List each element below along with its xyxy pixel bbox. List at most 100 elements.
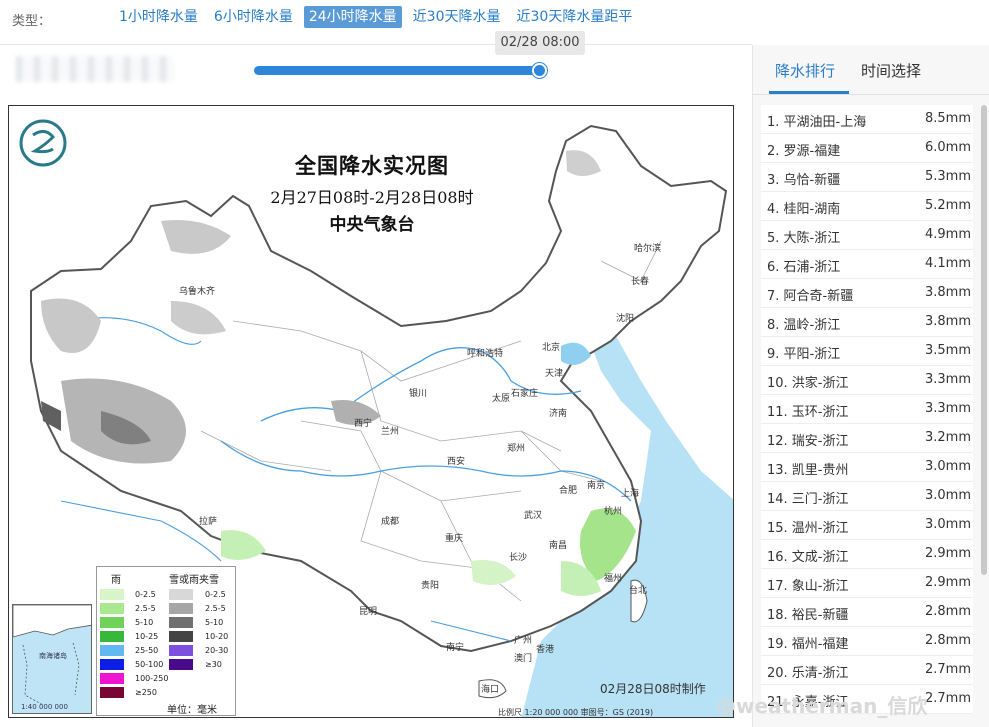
ranking-station: 3. 乌恰-新疆 (767, 173, 841, 188)
type-tab-6h[interactable]: 6小时降水量 (209, 6, 298, 28)
legend-unit: 单位：毫米 (167, 705, 217, 716)
city-label: 香港 (536, 645, 555, 655)
city-label: 乌鲁木齐 (179, 287, 216, 297)
divider (0, 44, 752, 45)
ranking-row[interactable]: 18. 裕民-新疆 2.8mm (761, 598, 973, 627)
city-label: 长春 (631, 277, 650, 287)
city-label: 台北 (629, 586, 648, 596)
ranking-scrollbar[interactable] (981, 105, 987, 575)
ranking-row[interactable]: 14. 三门-浙江 3.0mm (761, 482, 973, 511)
ranking-panel: 降水排行 时间选择 1. 平湖油田-上海 8.5mm 2. 罗源-福建 6.0mm 3.… (752, 45, 989, 727)
legend-range: 2.5-5 (205, 604, 226, 613)
ranking-row[interactable]: 12. 瑞安-浙江 3.2mm (761, 424, 973, 453)
city-label: 西宁 (354, 419, 373, 429)
legend-range: 0-2.5 (135, 590, 156, 599)
ranking-row[interactable]: 10. 洪家-浙江 3.3mm (761, 366, 973, 395)
ranking-station: 20. 乐清-浙江 (767, 666, 849, 681)
ranking-value: 2.7mm (924, 662, 971, 677)
city-label: 沈阳 (616, 314, 635, 324)
ranking-station: 12. 瑞安-浙江 (767, 434, 849, 449)
inset-scale: 1:40 000 000 (21, 703, 68, 711)
ranking-row[interactable]: 5. 大陈-浙江 4.9mm (761, 221, 973, 250)
ranking-value: 6.0mm (924, 140, 971, 155)
ranking-station: 2. 罗源-福建 (767, 144, 841, 159)
legend-range: 5-10 (135, 618, 154, 627)
city-label: 兰州 (381, 427, 400, 437)
ranking-station: 7. 阿合奇-新疆 (767, 289, 854, 304)
legend-snow-header: 雪或雨夹雪 (169, 575, 219, 586)
city-label: 长沙 (509, 553, 528, 563)
legend-swatch (100, 645, 124, 656)
type-tab-30d-anomaly[interactable]: 近30天降水量距平 (512, 6, 638, 28)
type-tab-24h[interactable]: 24小时降水量 (303, 6, 402, 28)
ranking-station: 14. 三门-浙江 (767, 492, 849, 507)
legend-rain-header: 雨 (111, 575, 121, 586)
legend-range: ≥30 (205, 660, 222, 669)
legend-range: 50-100 (135, 660, 164, 669)
ranking-row[interactable]: 17. 象山-浙江 2.9mm (761, 569, 973, 598)
ranking-value: 4.1mm (924, 256, 971, 271)
ranking-row[interactable]: 6. 石浦-浙江 4.1mm (761, 250, 973, 279)
ranking-row[interactable]: 20. 乐清-浙江 2.7mm (761, 656, 973, 685)
ranking-value: 2.7mm (924, 691, 971, 706)
ranking-row[interactable]: 11. 玉环-浙江 3.3mm (761, 395, 973, 424)
type-tab-1h[interactable]: 1小时降水量 (114, 6, 203, 28)
ranking-row[interactable]: 15. 温州-浙江 3.0mm (761, 511, 973, 540)
ranking-station: 18. 裕民-新疆 (767, 608, 849, 623)
city-label: 西安 (447, 457, 466, 467)
ranking-row[interactable]: 2. 罗源-福建 6.0mm (761, 134, 973, 163)
ranking-list: 1. 平湖油田-上海 8.5mm 2. 罗源-福建 6.0mm 3. 乌恰-新疆 5.3m… (761, 105, 973, 714)
ranking-row[interactable]: 1. 平湖油田-上海 8.5mm (761, 105, 973, 134)
city-label: 太原 (492, 394, 511, 404)
map-title: 全国降水实况图 (295, 153, 449, 178)
ranking-value: 2.9mm (924, 546, 971, 561)
ranking-row[interactable]: 13. 凯里-贵州 3.0mm (761, 453, 973, 482)
ranking-value: 4.9mm (924, 227, 971, 242)
city-label: 武汉 (524, 511, 543, 521)
type-tabs: 1小时降水量 6小时降水量 24小时降水量 近30天降水量 近30天降水量距平 (114, 6, 637, 28)
blurred-logo (16, 56, 174, 82)
ranking-station: 17. 象山-浙江 (767, 579, 849, 594)
legend-range: 2.5-5 (135, 604, 156, 613)
panel-tabs: 降水排行 时间选择 (753, 45, 989, 95)
ranking-value: 2.8mm (924, 604, 971, 619)
ranking-row[interactable]: 16. 文成-浙江 2.9mm (761, 540, 973, 569)
ranking-row[interactable]: 19. 福州-福建 2.8mm (761, 627, 973, 656)
ranking-station: 6. 石浦-浙江 (767, 260, 841, 275)
ranking-value: 3.3mm (924, 372, 971, 387)
ranking-value: 8.5mm (924, 111, 971, 126)
ranking-station: 5. 大陈-浙江 (767, 231, 841, 246)
ranking-station: 15. 温州-浙江 (767, 521, 849, 536)
ranking-station: 19. 福州-福建 (767, 637, 849, 652)
ranking-row[interactable]: 4. 桂阳-湖南 5.2mm (761, 192, 973, 221)
time-slider-track[interactable] (254, 66, 540, 75)
city-label: 南宁 (446, 643, 465, 653)
legend-swatch (100, 617, 124, 628)
city-label: 石家庄 (511, 389, 539, 399)
city-label: 成都 (381, 517, 400, 527)
ranking-station: 4. 桂阳-湖南 (767, 202, 841, 217)
ranking-row[interactable]: 9. 平阳-浙江 3.5mm (761, 337, 973, 366)
city-label: 拉萨 (199, 517, 218, 527)
legend-swatch (100, 687, 124, 698)
ranking-value: 5.3mm (924, 169, 971, 184)
tab-rainfall-ranking[interactable]: 降水排行 (775, 60, 835, 81)
tab-time-select[interactable]: 时间选择 (861, 60, 921, 81)
ranking-row[interactable]: 8. 温岭-浙江 3.8mm (761, 308, 973, 337)
legend-swatch (100, 603, 124, 614)
ranking-value: 3.0mm (924, 517, 971, 532)
legend-range: 10-20 (205, 632, 229, 641)
legend-swatch (169, 645, 193, 656)
legend-range: 25-50 (135, 646, 159, 655)
time-slider-handle[interactable] (532, 63, 547, 78)
legend-swatch (100, 659, 124, 670)
ranking-row[interactable]: 7. 阿合奇-新疆 3.8mm (761, 279, 973, 308)
ranking-row[interactable]: 3. 乌恰-新疆 5.3mm (761, 163, 973, 192)
map-agency: 中央气象台 (329, 215, 415, 235)
city-label: 银川 (409, 389, 428, 399)
city-label: 呼和浩特 (467, 349, 504, 359)
city-label: 南京 (587, 481, 606, 491)
type-tab-30d[interactable]: 近30天降水量 (408, 6, 506, 28)
city-label: 福州 (604, 574, 623, 584)
legend-swatch (100, 631, 124, 642)
